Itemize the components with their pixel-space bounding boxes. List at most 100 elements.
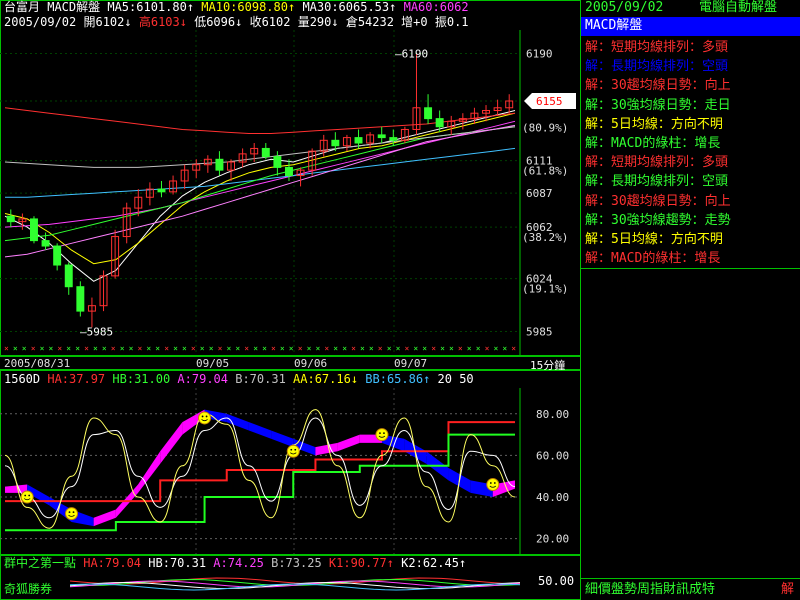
analysis-item-prefix: 解： [585, 59, 612, 75]
panel-footer-accent[interactable]: 解 [781, 582, 794, 597]
signal-mark: × [289, 344, 294, 353]
analysis-item-9[interactable]: 解：30強均線趨勢：走勢 [585, 211, 731, 230]
bottom-axis-label: 50.00 [538, 574, 575, 588]
indicator-chart[interactable]: 80.00 60.00 40.00 20.00 [0, 388, 580, 554]
analysis-item-text: 5日均線：方向不明 [611, 232, 723, 247]
indicator-header: 1560D HA:37.97 HB:31.00 A:79.04 B:70.31 … [4, 372, 474, 387]
candle-body [215, 158, 224, 171]
price-tick-label: 5985 [526, 325, 553, 338]
smiley-eye [379, 432, 381, 434]
analysis-item-10[interactable]: 解：5日均線：方向不明 [585, 230, 723, 249]
bottom-header-item-5: K1:90.77↑ [328, 556, 402, 570]
header1-item-1: MACD解盤 [47, 0, 108, 14]
header2-item-6: 倉54232 [345, 15, 402, 29]
signal-mark: × [351, 344, 356, 353]
signal-mark: × [431, 344, 436, 353]
signal-mark: × [413, 344, 418, 353]
smiley-icon [375, 428, 389, 442]
signal-mark: × [200, 344, 205, 353]
band-segment [248, 422, 272, 439]
candle-body [354, 137, 363, 144]
smiley-eye [28, 494, 31, 497]
band-segment [93, 509, 116, 527]
signal-mark: × [75, 344, 80, 353]
header2-item-0: 2005/09/02 [4, 15, 84, 29]
ma-line-4 [5, 147, 516, 198]
date-0905: 09/05 [196, 357, 230, 370]
analysis-item-text: MACD的綠柱：增長 [611, 136, 721, 151]
fib-label: (19.1%) [522, 283, 568, 296]
smiley-icon [286, 444, 300, 458]
signal-mark: × [369, 344, 374, 353]
smiley-eye [72, 511, 75, 514]
indicator-tick-label: 80.00 [536, 408, 569, 421]
smiley-eye [68, 511, 71, 514]
analysis-item-4[interactable]: 解：5日均線：方向不明 [585, 115, 723, 134]
indicator-header-item-8: 50 [459, 372, 474, 386]
candle-body [157, 188, 166, 193]
analysis-item-2[interactable]: 解：30趨均線日勢：向上 [585, 76, 731, 95]
candle-body [6, 215, 15, 223]
signal-mark: × [280, 344, 285, 353]
band-segment [337, 434, 360, 452]
candle-body [331, 139, 340, 147]
signal-mark: × [422, 344, 427, 353]
signal-mark: × [253, 344, 258, 353]
smiley-eye [24, 494, 27, 497]
analysis-item-1[interactable]: 解：長期均線排列：空頭 [585, 57, 728, 76]
indicator-header-item-4: B:70.31 [235, 372, 294, 386]
panel-footer-text[interactable]: 細價盤勢周指財訊成特 [585, 582, 715, 597]
panel-footer[interactable]: 細價盤勢周指財訊成特 解 [581, 578, 800, 600]
header2-item-2: 高6103↓ [138, 15, 195, 29]
analysis-item-8[interactable]: 解：30趨均線日勢：向上 [585, 192, 731, 211]
signal-mark: × [494, 344, 499, 353]
analysis-item-0[interactable]: 解：短期均線排列：多頭 [585, 38, 728, 57]
analysis-item-text: 30趨均線日勢：向上 [611, 193, 731, 209]
signal-mark: × [458, 344, 463, 353]
indicator-header-item-6: BB:65.86↑ [365, 372, 438, 386]
bottom-header-item-0: 群中之第一點 [4, 556, 84, 570]
signal-mark: × [31, 344, 36, 353]
indicator-header-item-1: HA:37.97 [47, 372, 113, 386]
analysis-item-11[interactable]: 解：MACD的綠柱：增長 [585, 249, 720, 268]
bottom-header-item-4: B:73.25 [271, 556, 329, 570]
signal-mark: × [138, 344, 143, 353]
indicator-header-item-5: AA:67.16↓ [293, 372, 366, 386]
signal-mark: × [324, 344, 329, 353]
analysis-item-text: 短期均線排列：多頭 [611, 40, 729, 55]
header1-item-2: MA5:6101.80↑ [107, 0, 202, 14]
fib-label: (80.9%) [522, 121, 568, 134]
candle-body [30, 218, 38, 242]
indicator-header-item-2: HB:31.00 [112, 372, 178, 386]
price-chart[interactable]: 6190615561116087606260245985(80.9%)(61.8… [0, 30, 580, 355]
smiley-icon [198, 411, 212, 425]
current-price-label: 6155 [536, 95, 563, 108]
indicator-header-item-0: 1560D [4, 372, 48, 386]
smiley-eye [383, 432, 385, 434]
indicator-header-item-3: A:79.04 [177, 372, 236, 386]
header2-item-3: 低6096↓ [194, 15, 250, 29]
bottom-header-item-2: HB:70.31 [148, 556, 214, 570]
ma-line-7 [4, 124, 516, 258]
analysis-item-prefix: 解： [585, 212, 612, 228]
date-0907: 09/07 [394, 357, 428, 370]
signal-mark: × [271, 344, 276, 353]
signal-mark: × [502, 344, 507, 353]
signal-mark: × [467, 344, 472, 353]
analysis-item-6[interactable]: 解：短期均線排列：多頭 [585, 153, 728, 172]
analysis-item-7[interactable]: 解：長期均線排列：空頭 [585, 172, 728, 191]
signal-mark: × [476, 344, 481, 353]
analysis-item-3[interactable]: 解：30強均線日勢：走日 [585, 96, 731, 115]
header2-item-8: 振0.1 [434, 15, 469, 29]
analysis-item-text: MACD的綠柱：增長 [611, 251, 721, 267]
analysis-item-prefix: 解： [585, 193, 612, 209]
analysis-item-prefix: 解： [585, 232, 612, 247]
bottom-chart [70, 577, 520, 591]
analysis-item-text: 長期均線排列：空頭 [611, 174, 729, 190]
smiley-icon [20, 490, 34, 504]
price-header-row1: 台富月 MACD解盤 MA5:6101.80↑ MA10:6098.80↑ MA… [4, 0, 469, 15]
panel-section-title: MACD解盤 [585, 18, 643, 33]
candle-body [273, 156, 282, 168]
analysis-item-5[interactable]: 解：MACD的綠柱：增長 [585, 134, 720, 153]
low-label: —5985 [80, 325, 113, 338]
